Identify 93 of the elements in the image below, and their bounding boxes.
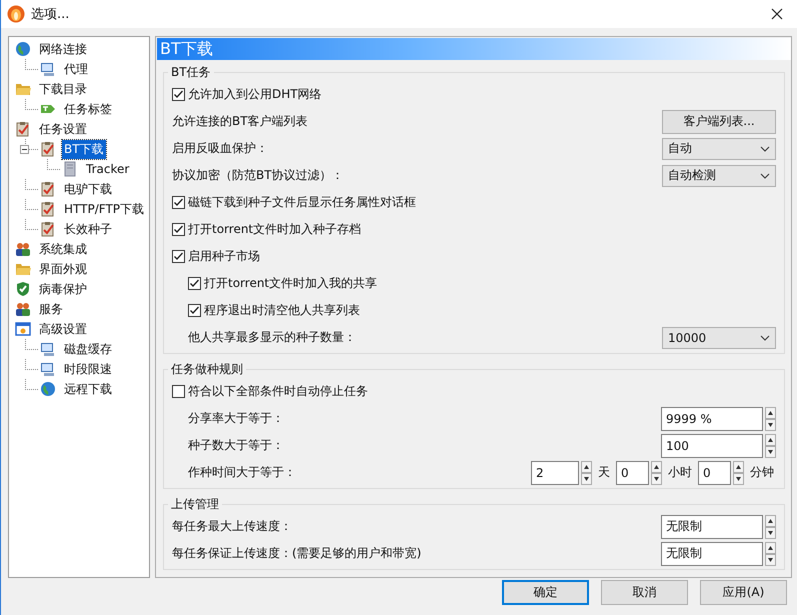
- unit-label: 小时: [668, 464, 692, 481]
- chevron-icon: [760, 172, 770, 178]
- dialog-button[interactable]: 应用(A): [700, 580, 787, 605]
- people-icon: [15, 301, 31, 317]
- group-title: BT任务: [170, 64, 212, 81]
- spin-buttons[interactable]: [651, 460, 662, 484]
- checkbox[interactable]: [172, 88, 185, 101]
- spin-buttons[interactable]: [733, 460, 744, 484]
- tree-item[interactable]: 高级设置: [37, 320, 89, 338]
- window-icon: [15, 321, 31, 337]
- client-list-button[interactable]: 客户端列表...: [662, 110, 776, 134]
- tree-item[interactable]: 电驴下载: [62, 180, 114, 198]
- spin-buttons[interactable]: [765, 434, 776, 458]
- dialog-button[interactable]: 确定: [502, 580, 589, 605]
- close-icon[interactable]: [771, 8, 783, 20]
- group-title: 上传管理: [170, 496, 220, 513]
- tree-item[interactable]: 磁盘缓存: [62, 340, 114, 358]
- dropdown[interactable]: 自动: [662, 138, 776, 160]
- clipboard-icon: [40, 141, 56, 157]
- computer-icon: [40, 61, 56, 77]
- app-logo-icon: [7, 5, 25, 23]
- tree-item[interactable]: 任务标签: [62, 100, 114, 118]
- folder-icon: [15, 261, 31, 277]
- field-label: 启用反吸血保护：: [172, 140, 268, 157]
- number-field[interactable]: 2: [531, 460, 579, 484]
- panel-header: BT下载: [157, 38, 791, 60]
- checkbox[interactable]: [188, 277, 201, 290]
- clipboard-icon: [40, 201, 56, 217]
- spin-buttons[interactable]: [765, 514, 776, 538]
- field-label: 他人共享最多显示的种子数量：: [188, 329, 356, 346]
- tree-item[interactable]: 病毒保护: [37, 280, 89, 298]
- tree-item[interactable]: 网络连接: [37, 40, 89, 58]
- tree-item[interactable]: HTTP/FTP下载: [62, 200, 146, 218]
- people-icon: [15, 241, 31, 257]
- checkbox-label: 打开torrent文件时加入种子存档: [188, 221, 362, 238]
- clipboard-icon: [15, 121, 31, 137]
- tree-item[interactable]: Tracker: [84, 161, 132, 177]
- field-label: 协议加密（防范BT协议过滤）：: [172, 167, 344, 184]
- group-title: 任务做种规则: [170, 361, 244, 378]
- clipboard-icon: [40, 181, 56, 197]
- tree-item[interactable]: BT下载: [62, 140, 106, 158]
- shield-icon: [15, 281, 31, 297]
- checkbox-label: 程序退出时清空他人共享列表: [204, 302, 360, 319]
- globe-icon: [40, 381, 56, 397]
- checkbox-label: 符合以下全部条件时自动停止任务: [188, 383, 368, 400]
- field-label: 每任务最大上传速度：: [172, 518, 292, 535]
- checkbox[interactable]: [172, 250, 185, 263]
- tree-item[interactable]: 界面外观: [37, 260, 89, 278]
- spin-buttons[interactable]: [581, 460, 592, 484]
- tree-item[interactable]: 系统集成: [37, 240, 89, 258]
- computer-icon: [40, 341, 56, 357]
- unit-label: 分钟: [750, 464, 774, 481]
- computer-icon: [40, 361, 56, 377]
- number-field[interactable]: 0: [698, 460, 731, 484]
- dropdown[interactable]: 10000: [662, 326, 776, 348]
- field-label: 允许连接的BT客户端列表: [172, 113, 308, 130]
- checkbox[interactable]: [188, 304, 201, 317]
- checkbox[interactable]: [172, 385, 185, 398]
- number-field[interactable]: 无限制: [661, 514, 763, 538]
- field-label: 种子数大于等于：: [188, 437, 284, 454]
- chevron-icon: [760, 334, 770, 340]
- clipboard-icon: [40, 221, 56, 237]
- field-label: 分享率大于等于：: [188, 410, 284, 427]
- tree-item[interactable]: 代理: [62, 60, 90, 78]
- field-label: 每任务保证上传速度：(需要足够的用户和带宽): [172, 545, 422, 562]
- spin-buttons[interactable]: [765, 542, 776, 566]
- checkbox-label: 打开torrent文件时加入我的共享: [204, 275, 378, 292]
- unit-label: 天: [598, 464, 610, 481]
- tree-item[interactable]: 任务设置: [37, 120, 89, 138]
- tree-item[interactable]: 长效种子: [62, 220, 114, 238]
- dropdown[interactable]: 自动检测: [662, 164, 776, 186]
- number-field[interactable]: 无限制: [661, 542, 763, 566]
- spin-buttons[interactable]: [765, 406, 776, 430]
- number-field[interactable]: 9999 %: [661, 406, 763, 430]
- checkbox[interactable]: [172, 196, 185, 209]
- globe-icon: [15, 41, 31, 57]
- checkbox-label: 磁链下载到种子文件后显示任务属性对话框: [188, 194, 416, 211]
- number-field[interactable]: 0: [616, 460, 649, 484]
- tree-item[interactable]: 时段限速: [62, 360, 114, 378]
- folder-icon: [15, 81, 31, 97]
- server-icon: [62, 161, 78, 177]
- checkbox-label: 启用种子市场: [188, 248, 260, 265]
- window-title: 选项...: [31, 6, 70, 23]
- dialog-button[interactable]: 取消: [601, 580, 688, 605]
- chevron-icon: [760, 146, 770, 152]
- tree-item[interactable]: 下载目录: [37, 80, 89, 98]
- number-field[interactable]: 100: [661, 434, 763, 458]
- tree-item[interactable]: 服务: [37, 300, 65, 318]
- checkbox-label: 允许加入到公用DHT网络: [188, 86, 322, 103]
- collapse-icon[interactable]: [20, 144, 29, 154]
- tree-item[interactable]: 远程下载: [62, 380, 114, 398]
- checkbox[interactable]: [172, 223, 185, 236]
- field-label: 作种时间大于等于：: [188, 464, 296, 481]
